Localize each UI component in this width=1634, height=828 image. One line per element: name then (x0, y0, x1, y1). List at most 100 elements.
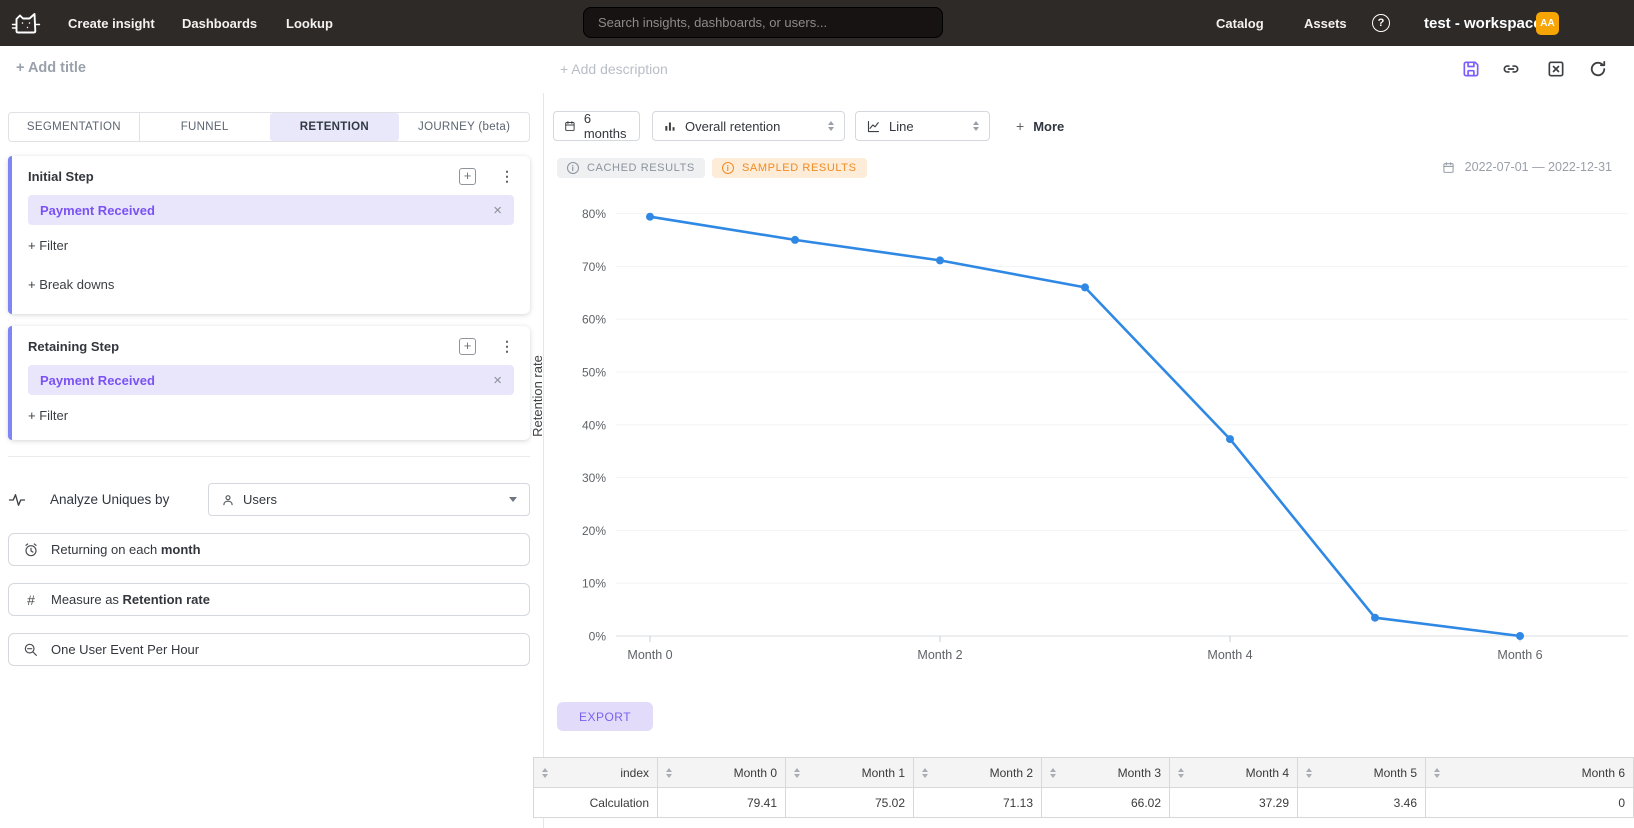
hash-icon: # (23, 592, 39, 608)
svg-text:70%: 70% (582, 260, 606, 274)
cell-month-0: 79.41 (658, 788, 786, 818)
tab-segmentation[interactable]: SEGMENTATION (9, 113, 139, 141)
nav-dashboards[interactable]: Dashboards (182, 0, 257, 46)
cell-month-2: 71.13 (914, 788, 1042, 818)
svg-text:80%: 80% (582, 207, 606, 221)
svg-text:Month 6: Month 6 (1497, 648, 1542, 662)
close-icon[interactable]: × (493, 202, 502, 219)
add-description-placeholder[interactable]: + Add description (560, 61, 668, 77)
info-icon: i (567, 162, 579, 174)
help-icon[interactable]: ? (1372, 14, 1390, 32)
cat-logo-icon[interactable] (10, 7, 42, 39)
add-filter-button[interactable]: + Filter (28, 238, 514, 253)
chevron-down-icon (509, 497, 517, 502)
select-carets-icon (973, 121, 979, 132)
svg-text:Month 4: Month 4 (1207, 648, 1252, 662)
tab-funnel[interactable]: FUNNEL (139, 113, 270, 141)
calendar-icon (564, 119, 576, 133)
cell-month-6: 0 (1426, 788, 1634, 818)
pulse-icon (8, 491, 26, 509)
divider (8, 456, 530, 457)
col-month-4[interactable]: Month 4 (1170, 758, 1298, 788)
kebab-menu-icon[interactable]: ⋮ (500, 168, 514, 185)
line-chart-icon (866, 119, 881, 134)
analyze-uniques-row: Analyze Uniques by Users (8, 483, 530, 516)
svg-text:20%: 20% (582, 524, 606, 538)
svg-text:30%: 30% (582, 471, 606, 485)
cell-month-3: 66.02 (1042, 788, 1170, 818)
add-filter-button[interactable]: + Filter (28, 408, 514, 423)
retention-type-select[interactable]: Overall retention (652, 111, 845, 141)
close-icon[interactable]: × (493, 372, 502, 389)
y-axis-label: Retention rate (530, 355, 545, 437)
col-index[interactable]: index (534, 758, 658, 788)
tab-retention[interactable]: RETENTION (270, 113, 400, 141)
cell-month-5: 3.46 (1298, 788, 1426, 818)
sort-icon (794, 768, 800, 778)
search-input[interactable] (583, 7, 943, 38)
svg-text:10%: 10% (582, 577, 606, 591)
chart-type-select[interactable]: Line (855, 111, 990, 141)
retaining-step-title: Retaining Step (28, 339, 119, 354)
col-month-2[interactable]: Month 2 (914, 758, 1042, 788)
measure-as-button[interactable]: # Measure as Retention rate (8, 583, 530, 616)
retaining-step-card: Retaining Step + ⋮ Payment Received × + … (8, 326, 530, 440)
col-month-5[interactable]: Month 5 (1298, 758, 1426, 788)
initial-step-card: Initial Step + ⋮ Payment Received × + Fi… (8, 156, 530, 314)
col-month-3[interactable]: Month 3 (1042, 758, 1170, 788)
tab-journey[interactable]: JOURNEY (beta) (399, 113, 529, 141)
svg-text:60%: 60% (582, 313, 606, 327)
table-row: Calculation 79.41 75.02 71.13 66.02 37.2… (534, 788, 1634, 818)
sort-icon (1434, 768, 1440, 778)
col-month-6[interactable]: Month 6 (1426, 758, 1634, 788)
select-carets-icon (828, 121, 834, 132)
one-event-per-hour-button[interactable]: One User Event Per Hour (8, 633, 530, 666)
initial-step-event[interactable]: Payment Received × (28, 195, 514, 225)
nav-lookup[interactable]: Lookup (286, 0, 333, 46)
svg-text:Month 2: Month 2 (917, 648, 962, 662)
svg-text:50%: 50% (582, 366, 606, 380)
analyze-entity-select[interactable]: Users (208, 483, 530, 516)
returning-interval-button[interactable]: Returning on each month (8, 533, 530, 566)
add-step-icon[interactable]: + (459, 168, 476, 185)
col-month-1[interactable]: Month 1 (786, 758, 914, 788)
sampled-results-badge: i SAMPLED RESULTS (712, 158, 867, 178)
refresh-icon[interactable] (1588, 59, 1608, 79)
info-icon: i (722, 162, 734, 174)
cached-results-badge: i CACHED RESULTS (557, 158, 705, 178)
nav-catalog[interactable]: Catalog (1216, 0, 1264, 46)
add-breakdowns-button[interactable]: + Break downs (28, 277, 514, 292)
clear-icon[interactable] (1546, 59, 1566, 79)
navbar: Create insight Dashboards Lookup Catalog… (0, 0, 1634, 46)
calendar-icon (1442, 161, 1455, 174)
avatar[interactable]: AA (1536, 12, 1559, 35)
link-icon[interactable] (1501, 59, 1521, 79)
sort-icon (1178, 768, 1184, 778)
date-range-button[interactable]: 6 months (553, 111, 640, 141)
export-button[interactable]: EXPORT (557, 702, 653, 731)
workspace-switcher[interactable]: test - workspace (1424, 0, 1542, 46)
save-icon[interactable] (1461, 59, 1481, 79)
svg-text:Month 0: Month 0 (627, 648, 672, 662)
clock-icon (23, 542, 39, 558)
add-step-icon[interactable]: + (459, 338, 476, 355)
user-icon (221, 493, 235, 507)
col-month-0[interactable]: Month 0 (658, 758, 786, 788)
sort-icon (922, 768, 928, 778)
sort-icon (1050, 768, 1056, 778)
zoom-out-icon (23, 642, 39, 658)
nav-create-insight[interactable]: Create insight (68, 0, 155, 46)
retaining-step-event[interactable]: Payment Received × (28, 365, 514, 395)
table-header-row: index Month 0 Month 1 Month 2 Month 3 Mo… (534, 758, 1634, 788)
svg-text:0%: 0% (589, 630, 607, 644)
analyze-uniques-label: Analyze Uniques by (50, 492, 169, 507)
sort-icon (542, 768, 548, 778)
more-button[interactable]: + More (1016, 111, 1064, 141)
nav-assets[interactable]: Assets (1304, 0, 1347, 46)
add-title-placeholder[interactable]: + Add title (16, 60, 86, 76)
initial-step-title: Initial Step (28, 169, 94, 184)
retention-line-chart: 0%10%20%30%40%50%60%70%80%Month 0Month 2… (530, 190, 1634, 670)
kebab-menu-icon[interactable]: ⋮ (500, 338, 514, 355)
cell-month-4: 37.29 (1170, 788, 1298, 818)
date-range-indicator: 2022-07-01 — 2022-12-31 (1442, 160, 1612, 174)
